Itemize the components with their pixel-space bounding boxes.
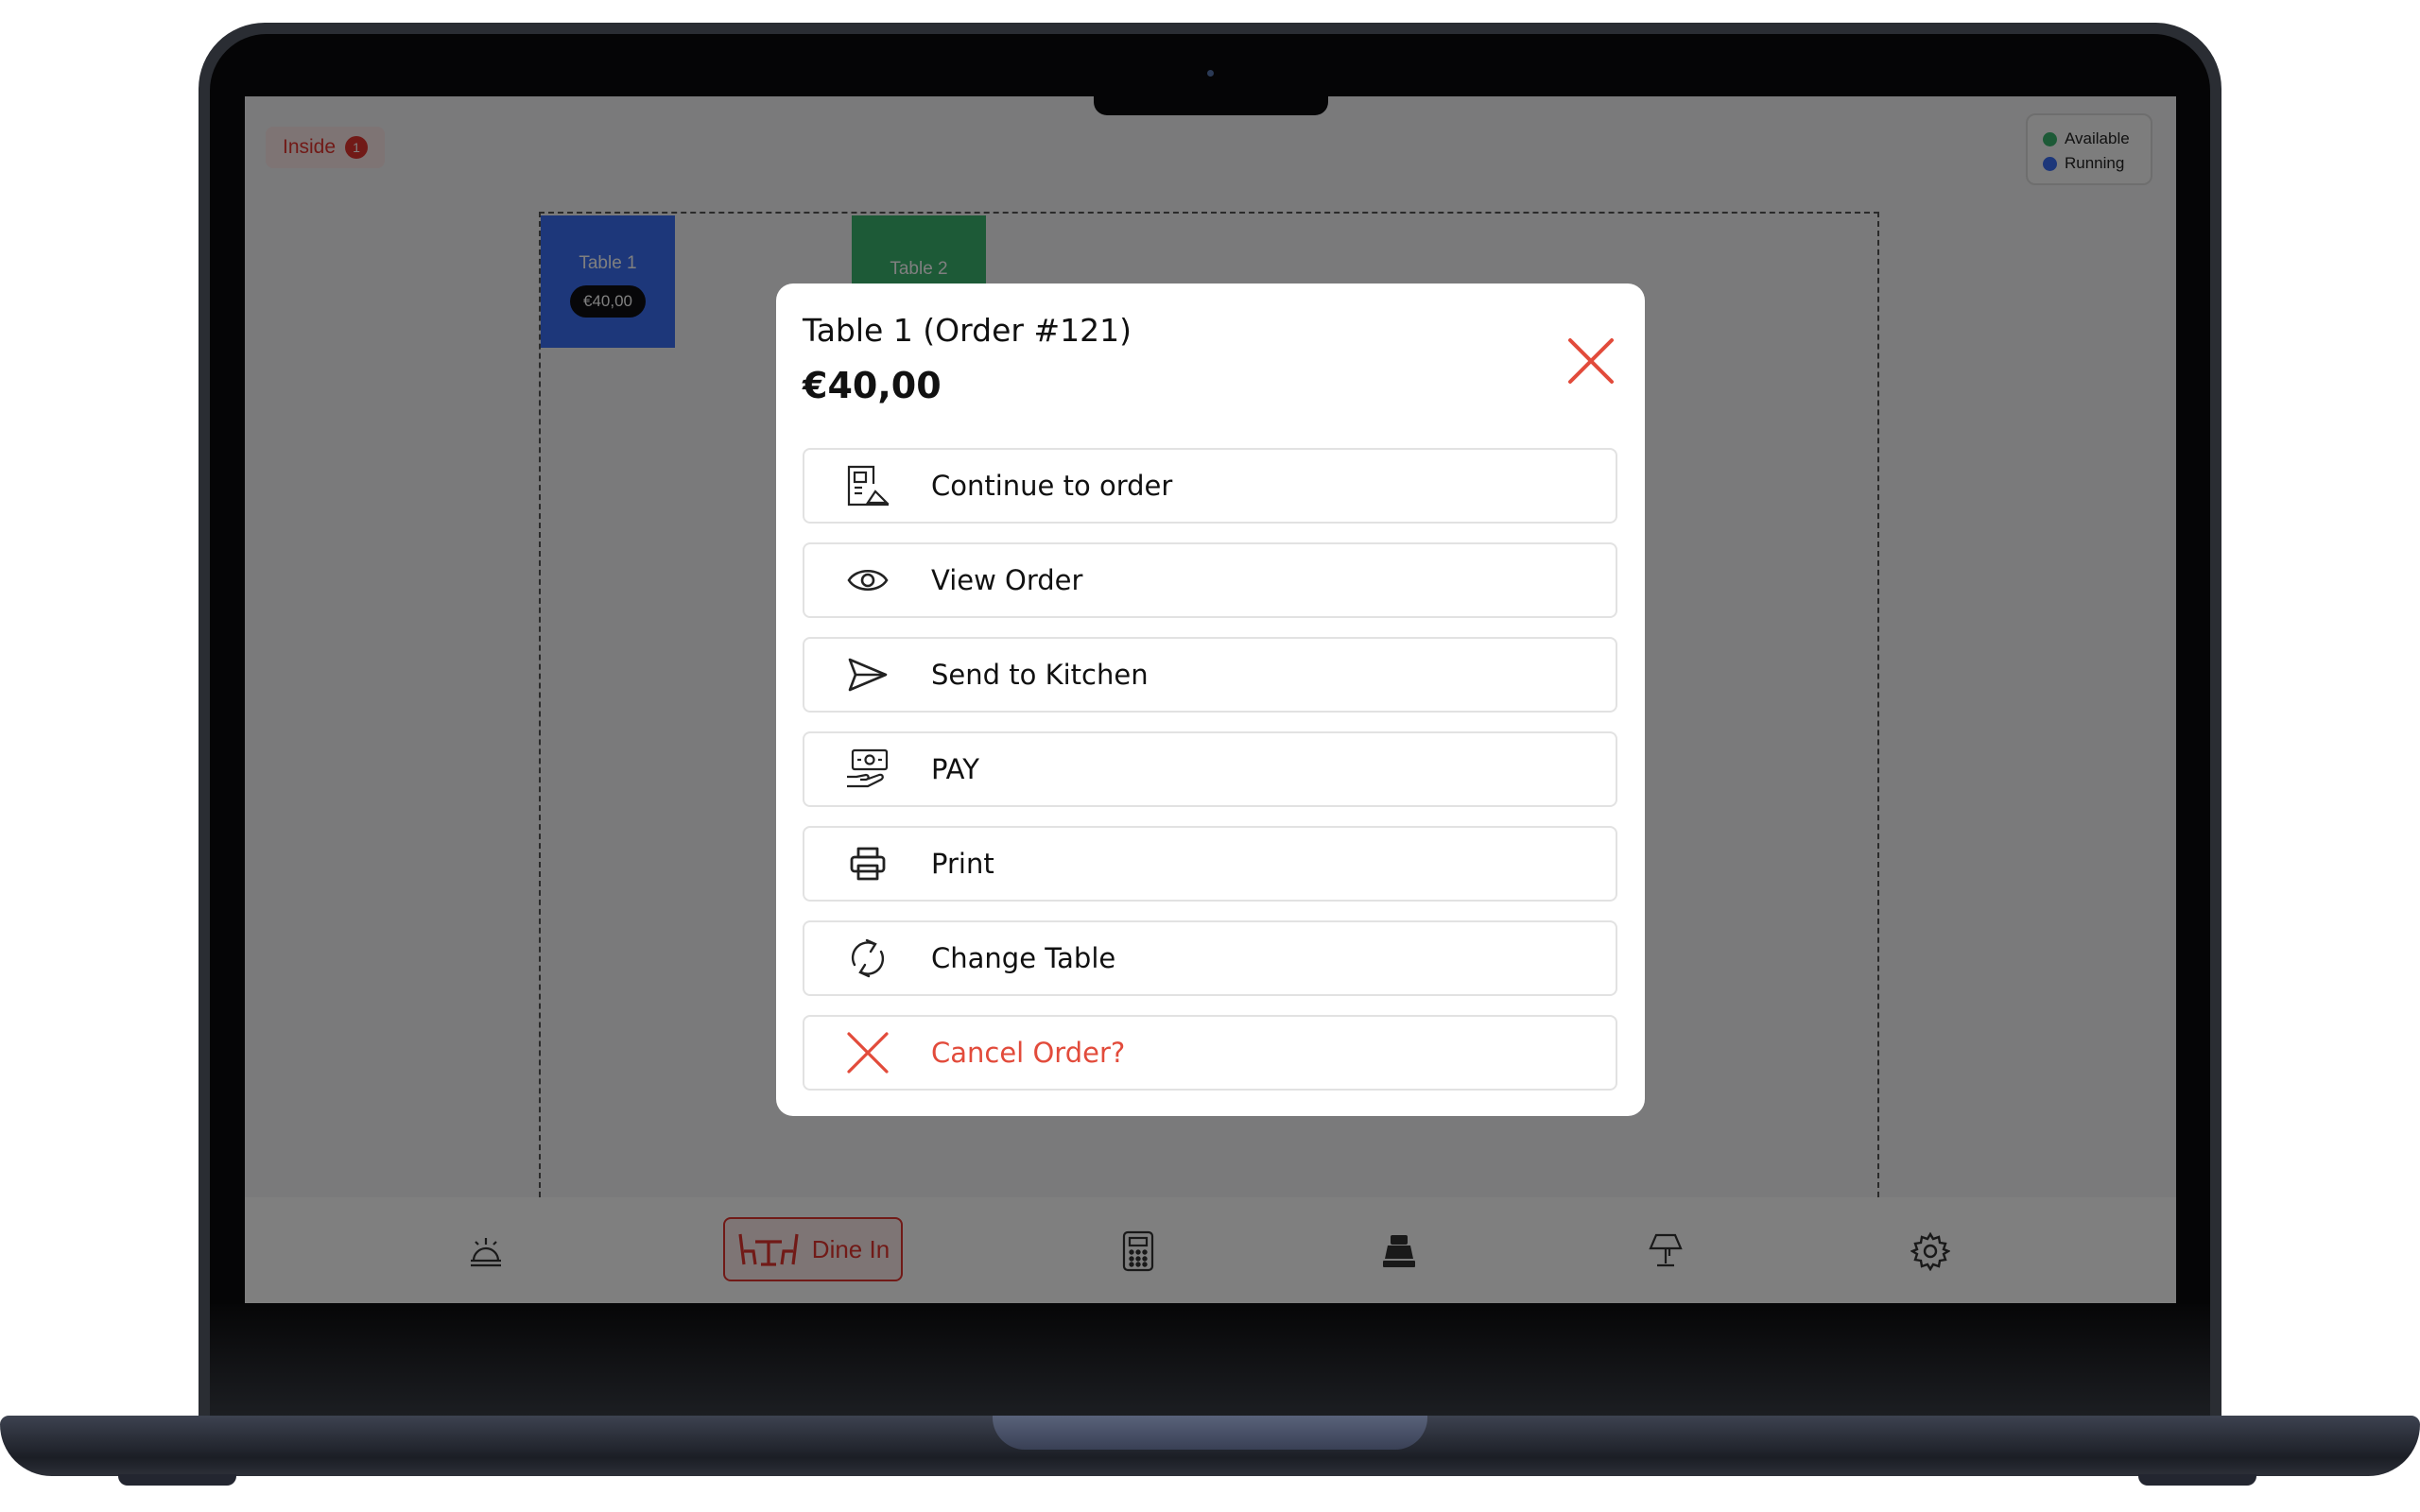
close-icon — [804, 1017, 931, 1089]
action-label: View Order — [931, 564, 1083, 596]
cash-hand-icon — [804, 733, 931, 805]
send-icon — [804, 639, 931, 711]
continue-to-order-button[interactable]: Continue to order — [803, 448, 1617, 524]
camera-notch — [1094, 85, 1328, 115]
change-table-button[interactable]: Change Table — [803, 920, 1617, 996]
eye-icon — [804, 544, 931, 616]
action-label: Print — [931, 848, 994, 880]
laptop-foot — [2138, 1474, 2256, 1486]
cancel-order-button[interactable]: Cancel Order? — [803, 1015, 1617, 1091]
view-order-button[interactable]: View Order — [803, 542, 1617, 618]
action-label: Send to Kitchen — [931, 659, 1149, 691]
printer-icon — [804, 828, 931, 900]
laptop-base-notch — [993, 1416, 1427, 1450]
laptop-chin — [210, 1304, 2210, 1418]
camera-icon — [1207, 70, 1214, 77]
close-button[interactable] — [1566, 336, 1616, 386]
action-label: Cancel Order? — [931, 1037, 1126, 1069]
close-icon — [1568, 338, 1614, 384]
modal-title: Table 1 (Order #121) — [803, 312, 1132, 349]
action-label: Change Table — [931, 942, 1116, 974]
refresh-icon — [804, 922, 931, 994]
action-label: PAY — [931, 753, 979, 785]
laptop-foot — [118, 1474, 236, 1486]
action-label: Continue to order — [931, 470, 1173, 502]
order-form-icon — [804, 450, 931, 522]
print-button[interactable]: Print — [803, 826, 1617, 902]
modal-amount: €40,00 — [803, 365, 942, 406]
table-actions-modal: Table 1 (Order #121) €40,00 Continue to … — [776, 284, 1645, 1116]
pay-button[interactable]: PAY — [803, 731, 1617, 807]
send-to-kitchen-button[interactable]: Send to Kitchen — [803, 637, 1617, 713]
